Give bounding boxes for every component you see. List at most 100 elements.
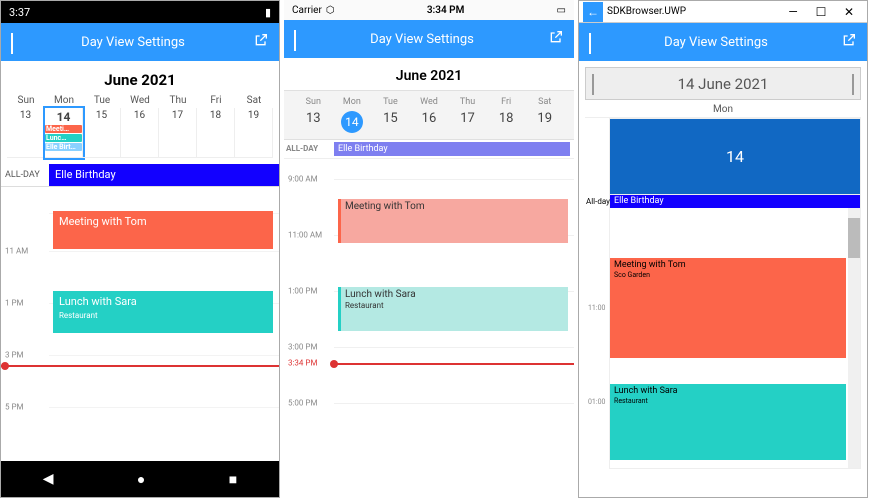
time-label: 1 PM — [5, 299, 24, 308]
nav-back-button[interactable]: ◀ — [43, 471, 54, 487]
weekday: Sun — [294, 97, 333, 107]
weekday: Wed — [121, 95, 159, 106]
timeline[interactable]: 11 AM 1 PM 3 PM 5 PM Meeting with Tom Lu… — [1, 187, 279, 417]
nav-home-button[interactable]: ● — [137, 471, 145, 488]
scrollbar[interactable] — [848, 208, 860, 468]
weekday-row: SunMonTueWedThuFriSat — [1, 93, 279, 108]
app-header: Day View Settings — [284, 20, 574, 58]
date-cell[interactable]: 13 — [7, 108, 45, 158]
week-strip[interactable]: SunMonTueWedThuFriSat 13141516171819 — [284, 90, 574, 140]
date-header: 14 June 2021 — [585, 67, 861, 100]
calendar-event[interactable]: Lunch with SaraRestaurant — [338, 287, 568, 331]
scrollbar-thumb[interactable] — [848, 218, 860, 258]
external-link-button[interactable] — [548, 29, 564, 49]
allday-row: ALL-DAY Elle Birthday — [1, 164, 279, 187]
window-titlebar: ← SDKBrowser.UWP — ☐ ✕ — [579, 1, 867, 23]
weekday: Sat — [525, 97, 564, 107]
calendar-event[interactable]: Meeting with Tom — [53, 211, 273, 249]
allday-event[interactable]: Elle Birthday — [334, 142, 570, 156]
time-label: 5:00 PM — [288, 399, 317, 408]
now-indicator — [1, 365, 279, 367]
minimize-button[interactable]: — — [779, 5, 807, 19]
timeline[interactable]: 9:00 AM 11:00 AM 1:00 PM 3:00 PM 5:00 PM… — [284, 159, 574, 469]
weekday: Wed — [410, 97, 449, 107]
timeline[interactable]: 11:00 01:00 Meeting with TomSco Garden L… — [610, 208, 860, 468]
allday-label: ALL-DAY — [284, 140, 334, 158]
window-title: SDKBrowser.UWP — [607, 6, 686, 17]
date-cell[interactable]: 14 — [333, 111, 372, 133]
allday-event[interactable]: Elle Birthday — [49, 164, 279, 186]
external-link-button[interactable] — [841, 32, 857, 52]
header-title: Day View Settings — [13, 35, 253, 50]
date-cell[interactable]: 13 — [294, 111, 333, 133]
time-label: 3 PM — [5, 351, 24, 360]
date-row[interactable]: 1314Meeti…Lunc…Elle Birt…1516171819 — [1, 108, 279, 158]
maximize-button[interactable]: ☐ — [807, 5, 835, 19]
date-cell[interactable]: 17 — [448, 111, 487, 133]
app-header: Day View Settings — [1, 23, 279, 61]
time-label: 1:00 PM — [288, 287, 317, 296]
weekday: Thu — [448, 97, 487, 107]
time-label: 01:00 — [588, 398, 605, 406]
date-header-label: 14 June 2021 — [594, 75, 852, 93]
calendar-event[interactable]: Lunch with SaraRestaurant — [610, 384, 846, 460]
date-cell[interactable]: 15 — [371, 111, 410, 133]
ios-device: Carrier ⬡ 3:34 PM ▭ Day View Settings Ju… — [284, 0, 574, 498]
time-label: 11 AM — [5, 247, 28, 256]
header-title: Day View Settings — [296, 32, 548, 47]
external-link-button[interactable] — [253, 32, 269, 52]
day-number[interactable]: 14 — [610, 119, 860, 194]
app-header: Day View Settings — [579, 23, 867, 61]
weekday: Sun — [7, 95, 45, 106]
android-status-bar: 3:37 ▮ — [1, 1, 279, 23]
weekday: Fri — [197, 95, 235, 106]
date-cell[interactable]: 14Meeti…Lunc…Elle Birt… — [45, 108, 83, 158]
uwp-device: ← SDKBrowser.UWP — ☐ ✕ Day View Settings… — [578, 0, 868, 498]
status-time: 3:37 — [9, 6, 30, 19]
nav-recent-button[interactable]: ■ — [229, 471, 237, 488]
allday-row: All-day Elle Birthday — [610, 194, 860, 208]
time-label: 11:00 AM — [288, 231, 322, 240]
date-cell[interactable]: 18 — [197, 108, 235, 158]
date-cell[interactable]: 15 — [83, 108, 121, 158]
date-cell[interactable]: 19 — [525, 111, 564, 133]
allday-row: ALL-DAY Elle Birthday — [284, 140, 574, 159]
weekday: Sat — [235, 95, 273, 106]
wifi-icon: ⬡ — [326, 5, 335, 16]
weekday: Tue — [371, 97, 410, 107]
time-label: 11:00 — [588, 304, 605, 312]
date-cell[interactable]: 19 — [235, 108, 273, 158]
header-title: Day View Settings — [591, 35, 841, 50]
calendar-event[interactable]: Meeting with TomSco Garden — [610, 258, 846, 358]
titlebar-back-button[interactable]: ← — [583, 2, 603, 22]
time-label: 3:00 PM — [288, 343, 317, 352]
date-cell[interactable]: 17 — [159, 108, 197, 158]
weekday: Fri — [487, 97, 526, 107]
date-cell[interactable]: 18 — [487, 111, 526, 133]
ios-status-bar: Carrier ⬡ 3:34 PM ▭ — [284, 0, 574, 20]
month-title: June 2021 — [1, 61, 279, 93]
calendar-event[interactable]: Meeting with Tom — [338, 199, 568, 243]
next-day-button[interactable] — [852, 74, 854, 93]
status-carrier: Carrier — [292, 5, 322, 16]
date-cell[interactable]: 16 — [410, 111, 449, 133]
android-device: 3:37 ▮ Day View Settings June 2021 SunMo… — [0, 0, 280, 498]
allday-event[interactable]: Elle Birthday — [610, 195, 860, 208]
date-cell[interactable]: 16 — [121, 108, 159, 158]
allday-label: ALL-DAY — [1, 164, 49, 186]
allday-label: All-day — [586, 195, 610, 208]
weekday: Thu — [159, 95, 197, 106]
close-button[interactable]: ✕ — [835, 5, 863, 19]
now-indicator — [334, 363, 574, 365]
calendar-event[interactable]: Lunch with SaraRestaurant — [53, 291, 273, 333]
chevron-right-icon — [852, 74, 854, 95]
weekday-label: Mon — [585, 104, 861, 118]
battery-icon: ▮ — [265, 6, 271, 19]
battery-icon: ▭ — [557, 5, 566, 16]
time-label: 5 PM — [5, 403, 24, 412]
day-column: 14 All-day Elle Birthday 11:00 01:00 Mee… — [585, 118, 861, 469]
month-title: June 2021 — [284, 58, 574, 90]
weekday: Mon — [333, 97, 372, 107]
status-time: 3:34 PM — [335, 5, 557, 16]
android-nav-bar: ◀ ● ■ — [1, 461, 279, 497]
